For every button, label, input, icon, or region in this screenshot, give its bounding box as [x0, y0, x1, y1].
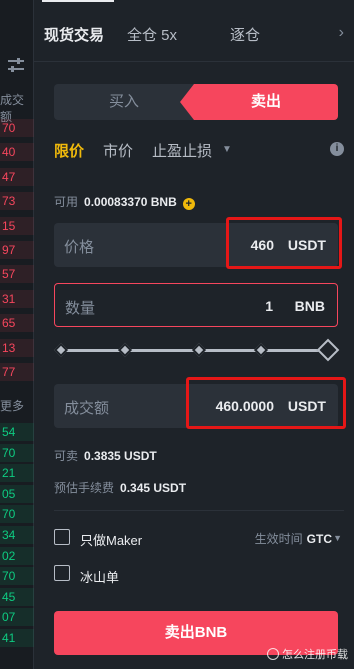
available-label: 可用 [54, 195, 79, 209]
chevron-right-icon[interactable]: › [339, 24, 344, 42]
order-book-ask-row[interactable]: 15 [0, 216, 34, 235]
available-balance: 可用 0.00083370 BNB + [54, 193, 195, 210]
maker-only-checkbox[interactable] [54, 529, 70, 545]
available-value: 0.00083370 BNB [84, 195, 177, 209]
sellable-row: 可卖 0.3835 USDT [54, 447, 157, 464]
order-book-bid-row[interactable]: 54 [0, 423, 34, 441]
tab-spot[interactable]: 现货交易 [44, 24, 104, 45]
order-book-bid-row[interactable]: 45 [0, 587, 34, 606]
order-book-bid-row[interactable]: 70 [0, 505, 34, 524]
fee-value: 0.345 USDT [120, 481, 187, 495]
price-label: 价格 [64, 239, 95, 256]
quantity-unit: BNB [294, 298, 325, 314]
time-in-force-value[interactable]: GTC [307, 532, 332, 546]
watermark: 怎么注册币载 [267, 646, 348, 662]
iceberg-label[interactable]: 冰山单 [80, 567, 119, 586]
order-book-bid-row[interactable]: 41 [0, 629, 34, 647]
time-in-force-label: 生效时间 [254, 532, 303, 546]
order-book-ask-row[interactable]: 65 [0, 314, 34, 333]
caret-down-icon[interactable]: ▼ [333, 533, 342, 543]
divider [54, 510, 344, 511]
total-label: 成交额 [64, 400, 110, 417]
slider-handle[interactable] [316, 338, 340, 362]
watermark-icon [267, 648, 279, 660]
order-book-ask-row[interactable]: 73 [0, 192, 34, 211]
order-book-bid-row[interactable]: 07 [0, 608, 34, 627]
order-type-limit[interactable]: 限价 [54, 140, 84, 161]
quantity-input[interactable]: 数量 1 BNB [54, 283, 338, 327]
caret-down-icon[interactable]: ▼ [222, 144, 232, 155]
order-book-bid-row[interactable]: 05 [0, 484, 34, 503]
tab-isolated-margin[interactable]: 逐仓 [230, 24, 260, 45]
watermark-text: 怎么注册币载 [282, 649, 348, 661]
order-book-ask-row[interactable]: 40 [0, 143, 34, 162]
order-book-ask-row[interactable]: 97 [0, 241, 34, 259]
quantity-label: 数量 [65, 300, 96, 317]
order-book-bid-row[interactable]: 34 [0, 526, 34, 544]
order-book-bid-row[interactable]: 02 [0, 546, 34, 565]
sellable-value: 0.3835 USDT [84, 449, 157, 463]
info-icon[interactable]: i [330, 142, 344, 156]
fee-label: 预估手续费 [54, 481, 115, 495]
order-book-ask-row[interactable]: 77 [0, 363, 34, 381]
total-highlight-box [186, 377, 346, 429]
trade-mode-tabs: 现货交易 全仓 5x 逐仓 › [34, 0, 354, 62]
amount-slider[interactable] [53, 338, 340, 362]
order-book-ask-row[interactable]: 57 [0, 265, 34, 284]
order-book-ask-row[interactable]: 70 [0, 119, 34, 137]
order-book-ask-row[interactable]: 13 [0, 338, 34, 357]
time-in-force-select[interactable]: 生效时间 GTC [255, 530, 332, 547]
order-book-bid-row[interactable]: 21 [0, 464, 34, 483]
order-book-ask-row[interactable]: 47 [0, 167, 34, 186]
price-highlight-box [226, 217, 342, 269]
order-book-bid-row[interactable]: 70 [0, 443, 34, 462]
sell-tab-button[interactable]: 卖出 [180, 84, 338, 120]
buy-tab-button[interactable]: 买入 [54, 84, 194, 120]
slider-tick-75[interactable] [253, 342, 269, 358]
fee-row: 预估手续费 0.345 USDT [54, 479, 186, 496]
tab-cross-margin[interactable]: 全仓 5x [127, 24, 177, 45]
slider-tick-50[interactable] [191, 342, 207, 358]
order-type-market[interactable]: 市价 [103, 140, 133, 161]
order-book-ask-row[interactable]: 31 [0, 289, 34, 308]
add-funds-icon[interactable]: + [182, 198, 195, 210]
slider-tick-25[interactable] [117, 342, 133, 358]
sellable-label: 可卖 [54, 449, 79, 463]
filter-icon[interactable] [6, 56, 26, 74]
order-book-strip: 成交额 70 40 47 73 15 97 57 31 65 13 77 更多 54 70 21 05 70… [0, 0, 34, 669]
iceberg-checkbox[interactable] [54, 565, 70, 581]
buy-sell-toggle: 买入 卖出 [54, 84, 338, 120]
slider-tick-0[interactable] [53, 342, 69, 358]
tab-indicator [42, 0, 114, 2]
quantity-value[interactable]: 1 [265, 298, 273, 314]
order-type-tpsl[interactable]: 止盈止损 [152, 140, 212, 161]
order-book-more[interactable]: 更多 [0, 397, 24, 414]
order-type-selector: 限价 市价 止盈止损 ▼ [54, 140, 344, 160]
order-book-bid-row[interactable]: 70 [0, 567, 34, 586]
maker-only-label[interactable]: 只做Maker [80, 530, 142, 549]
